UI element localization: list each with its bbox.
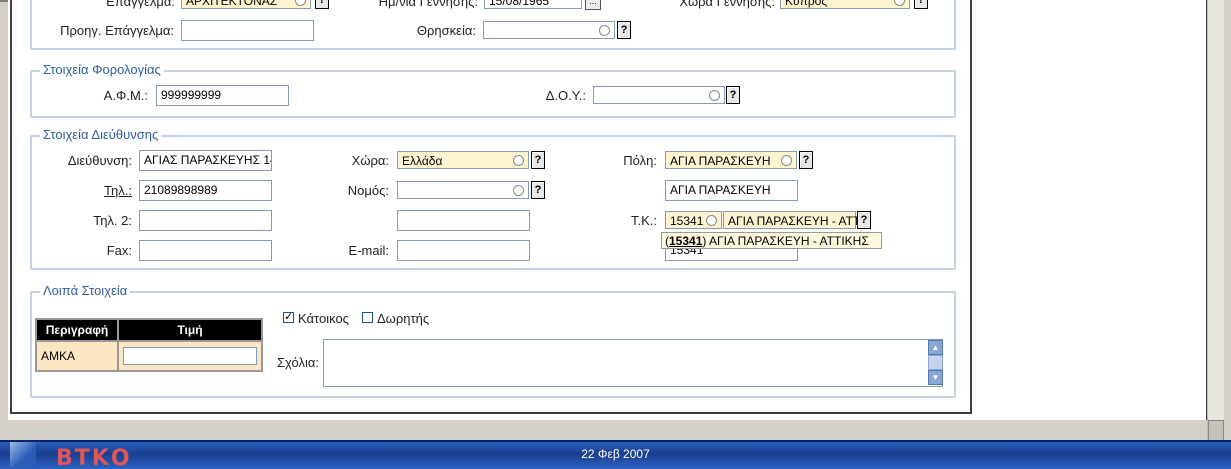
attributes-table: Περιγραφή Τιμή ΑΜΚΑ <box>35 318 263 372</box>
table-header-row: Περιγραφή Τιμή <box>35 318 263 342</box>
phone-input[interactable]: 21089898989 <box>139 180 272 201</box>
page-scrollbar[interactable] <box>1207 0 1225 445</box>
postal-code-value: 15341 <box>670 214 704 228</box>
prev-profession-input[interactable] <box>181 20 314 41</box>
tax-legend: Στοιχεία Φορολογίας <box>40 62 164 77</box>
country-label: Χώρα: <box>351 153 389 168</box>
clear-icon[interactable] <box>781 155 792 166</box>
donor-checkbox[interactable] <box>362 312 373 323</box>
email-label: E-mail: <box>348 243 389 258</box>
value-column-header: Τιμή <box>117 318 263 342</box>
description-column-header: Περιγραφή <box>35 318 119 342</box>
comments-label: Σχόλια: <box>276 355 319 370</box>
postal-code-combo[interactable]: 15341 <box>665 211 722 229</box>
street-label: Διεύθυνση: <box>67 153 132 168</box>
phone-label[interactable]: Τηλ.: <box>40 183 132 198</box>
amka-value-input[interactable] <box>123 347 257 365</box>
prefecture-combo[interactable] <box>397 181 529 199</box>
city-value: ΑΓΙΑ ΠΑΡΑΣΚΕΥΗ <box>670 154 771 168</box>
resident-checkbox[interactable]: ✓ <box>283 312 294 323</box>
street-input[interactable]: ΑΓΙΑΣ ΠΑΡΑΣΚΕΥΗΣ 14 <box>139 150 272 171</box>
profession-help-button[interactable]: ? <box>315 0 329 9</box>
city-text-input[interactable]: ΑΓΙΑ ΠΑΡΑΣΚΕΥΗ <box>665 180 798 201</box>
birth-country-combo[interactable]: Κύπρος <box>780 0 910 9</box>
table-row: ΑΜΚΑ <box>35 340 263 372</box>
fax-input[interactable] <box>139 240 272 261</box>
religion-help-button[interactable]: ? <box>617 21 631 39</box>
birthdate-label: Ημ/νία Γέννησης: <box>378 0 478 9</box>
city-combo[interactable]: ΑΓΙΑ ΠΑΡΑΣΚΕΥΗ <box>665 151 797 169</box>
birth-country-label: Χώρα Γέννησης: <box>679 0 775 9</box>
postal-code-label: Τ.Κ.: <box>630 213 657 228</box>
phone2-label: Τηλ. 2: <box>93 213 132 228</box>
comments-textarea[interactable] <box>323 339 943 387</box>
birth-country-value: Κύπρος <box>785 0 828 8</box>
doy-help-button[interactable]: ? <box>726 86 740 104</box>
postal-area-combo[interactable]: ΑΓΙΑ ΠΑΡΑΣΚΕΥΗ - ΑΤΤ <box>723 211 860 229</box>
donor-label[interactable]: Δωρητής <box>377 311 429 326</box>
country-value: Ελλάδα <box>402 154 443 168</box>
clear-icon[interactable] <box>295 0 306 6</box>
extra-input[interactable] <box>397 210 530 231</box>
doy-combo[interactable] <box>593 86 725 104</box>
city-label: Πόλη: <box>623 153 657 168</box>
profession-label: Επάγγελμα: <box>106 0 175 9</box>
amka-value-cell <box>117 340 263 372</box>
clear-icon[interactable] <box>709 90 720 101</box>
clear-icon[interactable] <box>513 155 524 166</box>
comments-scroll-thumb[interactable] <box>928 355 943 370</box>
address-legend: Στοιχεία Διεύθυνσης <box>40 127 162 142</box>
comments-scroll-down-button[interactable]: ▼ <box>928 370 943 385</box>
fax-label: Fax: <box>106 243 132 258</box>
postal-area-value: ΑΓΙΑ ΠΑΡΑΣΚΕΥΗ - ΑΤΤ <box>728 214 861 228</box>
afm-input[interactable]: 999999999 <box>156 85 289 106</box>
country-combo[interactable]: Ελλάδα <box>397 151 529 169</box>
clear-icon[interactable] <box>894 0 905 6</box>
afm-label: Α.Φ.Μ.: <box>103 88 148 103</box>
amka-description-cell: ΑΜΚΑ <box>35 340 119 372</box>
prefecture-label: Νομός: <box>347 183 389 198</box>
current-date: 22 Φεβ 2007 <box>581 447 650 461</box>
phone2-input[interactable] <box>139 210 272 231</box>
profession-combo[interactable]: ΑΡΧΙΤΕΚΤΟΝΑΣ <box>181 0 311 9</box>
prev-profession-label: Προηγ. Επάγγελμα: <box>60 23 174 38</box>
calendar-picker-button[interactable]: ... <box>585 0 601 10</box>
tooltip-area-text: ) ΑΓΙΑ ΠΑΡΑΣΚΕΥΗ - ΑΤΤΙΚΗΣ <box>702 234 869 248</box>
doy-label: Δ.Ο.Υ.: <box>545 88 586 103</box>
clear-icon[interactable] <box>599 25 610 36</box>
postal-suggestion-tooltip[interactable]: (15341) ΑΓΙΑ ΠΑΡΑΣΚΕΥΗ - ΑΤΤΙΚΗΣ <box>661 232 882 249</box>
country-help-button[interactable]: ? <box>531 151 545 169</box>
city-help-button[interactable]: ? <box>799 151 813 169</box>
prefecture-help-button[interactable]: ? <box>531 181 545 199</box>
profession-value: ΑΡΧΙΤΕΚΤΟΝΑΣ <box>186 0 278 8</box>
window-right-edge <box>1224 0 1231 467</box>
religion-label: Θρησκεία: <box>416 23 476 38</box>
resident-label[interactable]: Κάτοικος <box>298 311 349 326</box>
postal-help-button[interactable]: ? <box>857 211 871 229</box>
religion-combo[interactable] <box>483 21 615 39</box>
clear-icon[interactable] <box>706 215 717 226</box>
birthdate-input[interactable]: 15/08/1965 <box>484 0 582 9</box>
clear-icon[interactable] <box>513 185 524 196</box>
other-legend: Λοιπά Στοιχεία <box>40 283 131 298</box>
email-input[interactable] <box>397 240 530 261</box>
tooltip-postal-code: 15341 <box>669 234 703 248</box>
comments-scroll-up-button[interactable]: ▲ <box>928 340 943 355</box>
birth-country-help-button[interactable]: ? <box>914 0 928 9</box>
